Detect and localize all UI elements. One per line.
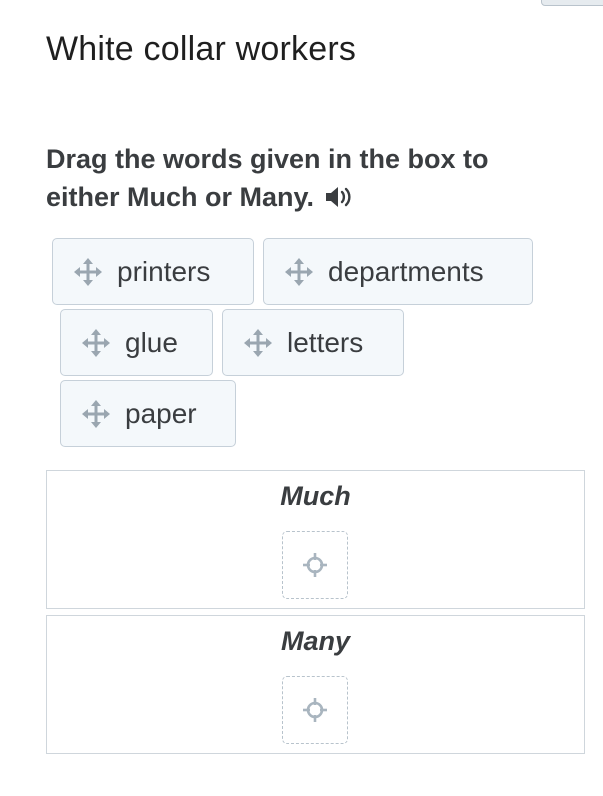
word-chip-label: departments bbox=[328, 255, 484, 287]
page-title: White collar workers bbox=[46, 30, 357, 68]
top-tab-edge bbox=[541, 0, 603, 6]
drop-target[interactable] bbox=[282, 531, 348, 599]
drop-zone-many[interactable]: Many bbox=[46, 615, 585, 754]
word-chip-label: paper bbox=[125, 397, 197, 429]
word-chip-label: printers bbox=[117, 255, 211, 287]
word-chip-letters[interactable]: letters bbox=[222, 309, 404, 376]
word-chip-departments[interactable]: departments bbox=[263, 238, 533, 305]
word-chip-glue[interactable]: glue bbox=[60, 309, 213, 376]
drop-zone-much[interactable]: Much bbox=[46, 470, 585, 609]
move-arrows-icon bbox=[244, 328, 272, 357]
move-arrows-icon bbox=[82, 328, 110, 357]
move-arrows-icon bbox=[285, 257, 313, 286]
speaker-icon bbox=[326, 187, 351, 207]
audio-button[interactable] bbox=[324, 181, 354, 219]
move-arrows-icon bbox=[74, 257, 102, 286]
instructions-text: Drag the words given in the box to eithe… bbox=[46, 144, 489, 212]
word-chip-printers[interactable]: printers bbox=[52, 238, 254, 305]
instructions: Drag the words given in the box to eithe… bbox=[46, 140, 566, 219]
drop-zone-label: Many bbox=[280, 626, 351, 656]
word-chip-label: glue bbox=[125, 326, 178, 358]
crosshair-icon bbox=[303, 553, 327, 577]
drop-zone-label: Much bbox=[280, 481, 351, 511]
word-chip-paper[interactable]: paper bbox=[60, 380, 236, 447]
drop-target[interactable] bbox=[282, 676, 348, 744]
word-chip-label: letters bbox=[287, 326, 364, 358]
crosshair-icon bbox=[303, 698, 327, 722]
move-arrows-icon bbox=[82, 399, 110, 428]
